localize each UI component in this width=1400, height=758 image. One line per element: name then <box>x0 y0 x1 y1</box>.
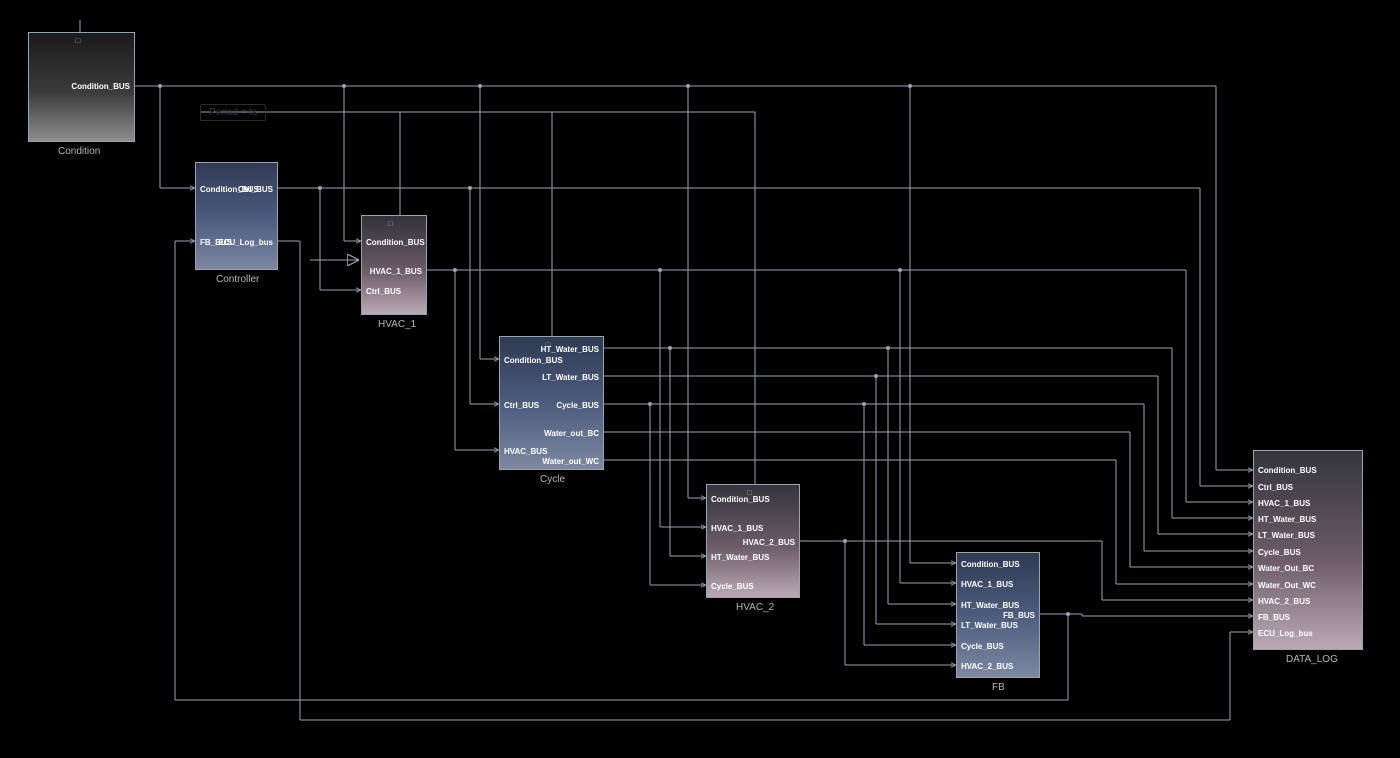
block-condition[interactable]: □ Condition_BUS <box>28 32 135 142</box>
port-in-condition-bus: Condition_BUS <box>711 496 770 504</box>
port-in-ctrl-bus: Ctrl_BUS <box>504 402 539 410</box>
port-out-lt-water-bus: LT_Water_BUS <box>542 374 599 382</box>
port-out-hvac2-bus: HVAC_2_BUS <box>743 539 795 547</box>
port-in-lt-water-bus: LT_Water_BUS <box>1258 532 1315 540</box>
port-in-ht-water-bus: HT_Water_BUS <box>961 602 1019 610</box>
port-in-ht-water-bus: HT_Water_BUS <box>711 554 769 562</box>
block-label-hvac-1: HVAC_1 <box>378 319 416 330</box>
port-in-condition-bus: Condition_BUS <box>366 239 425 247</box>
block-label-controller: Controller <box>216 274 259 285</box>
port-in-water-out-wc: Water_Out_WC <box>1258 582 1316 590</box>
block-hvac-1[interactable]: □ Condition_BUS Ctrl_BUS HVAC_1_BUS <box>361 215 427 315</box>
port-in-hvac2-bus: HVAC_2_BUS <box>1258 598 1310 606</box>
port-in-condition-bus: Condition_BUS <box>1258 467 1317 475</box>
block-fb[interactable]: Condition_BUS HVAC_1_BUS HT_Water_BUS LT… <box>956 552 1040 678</box>
port-out-cycle-bus: Cycle_BUS <box>556 402 599 410</box>
port-in-cycle-bus: Cycle_BUS <box>961 643 1004 651</box>
port-in-cycle-bus: Cycle_BUS <box>711 583 754 591</box>
block-cycle[interactable]: □ Condition_BUS Ctrl_BUS HVAC_BUS HT_Wat… <box>499 336 604 470</box>
pulse-icon: □ <box>388 219 400 227</box>
port-in-ecu-log-bus: ECU_Log_bus <box>1258 630 1313 638</box>
port-in-ctrl-bus: Ctrl_BUS <box>366 288 401 296</box>
port-in-hvac1-bus: HVAC_1_BUS <box>961 581 1013 589</box>
block-label-condition: Condition <box>58 146 100 157</box>
port-in-hvac-bus: HVAC_BUS <box>504 448 547 456</box>
annotation-period: Period = ts <box>200 104 266 121</box>
port-in-hvac1-bus: HVAC_1_BUS <box>1258 500 1310 508</box>
port-in-fb-bus: FB_BUS <box>1258 614 1290 622</box>
port-out-water-out-wc: Water_out_WC <box>542 458 599 466</box>
block-label-fb: FB <box>992 682 1005 693</box>
port-in-hvac1-bus: HVAC_1_BUS <box>711 525 763 533</box>
port-in-ctrl-bus: Ctrl_BUS <box>1258 484 1293 492</box>
block-label-cycle: Cycle <box>540 474 565 485</box>
block-hvac-2[interactable]: □ Condition_BUS HVAC_1_BUS HT_Water_BUS … <box>706 484 800 598</box>
pulse-icon: □ <box>76 36 88 44</box>
block-label-data-log: DATA_LOG <box>1286 654 1338 665</box>
port-out-hvac1-bus: HVAC_1_BUS <box>370 268 422 276</box>
port-in-lt-water-bus: LT_Water_BUS <box>961 622 1018 630</box>
block-label-hvac-2: HVAC_2 <box>736 602 774 613</box>
port-in-condition-bus: Condition_BUS <box>504 357 563 365</box>
port-out-water-out-bc: Water_out_BC <box>544 430 599 438</box>
port-in-condition-bus: Condition_BUS <box>961 561 1020 569</box>
block-data-log[interactable]: Condition_BUS Ctrl_BUS HVAC_1_BUS HT_Wat… <box>1253 450 1363 650</box>
port-in-ht-water-bus: HT_Water_BUS <box>1258 516 1316 524</box>
diagram-canvas[interactable]: □ Condition_BUS Condition Condition_BUS … <box>0 0 1400 758</box>
port-in-hvac2-bus: HVAC_2_BUS <box>961 663 1013 671</box>
block-controller[interactable]: Condition_BUS FB_BUS Ctrl_BUS ECU_Log_bu… <box>195 162 278 270</box>
port-out-ctrl-bus: Ctrl_BUS <box>238 186 273 194</box>
port-out-condition-bus: Condition_BUS <box>71 83 130 91</box>
port-in-water-out-bc: Water_Out_BC <box>1258 565 1314 573</box>
port-in-cycle-bus: Cycle_BUS <box>1258 549 1301 557</box>
port-out-ecu-log-bus: ECU_Log_bus <box>218 239 273 247</box>
port-out-ht-water-bus: HT_Water_BUS <box>541 346 599 354</box>
port-out-fb-bus: FB_BUS <box>1003 612 1035 620</box>
